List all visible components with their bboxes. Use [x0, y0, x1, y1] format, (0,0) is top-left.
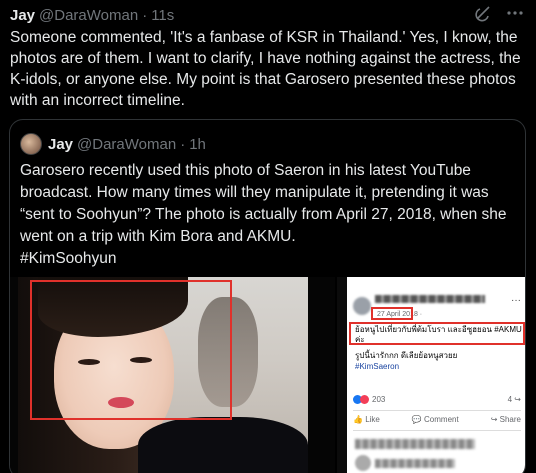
handle[interactable]: @DaraWoman: [39, 7, 138, 24]
timestamp[interactable]: 11s: [151, 7, 174, 24]
fb-reaction-count: 203: [372, 395, 386, 404]
fb-comment-avatar-blurred: [355, 455, 371, 471]
quote-separator: ·: [180, 135, 186, 153]
avatar[interactable]: [20, 133, 42, 155]
fb-reactions: 203: [353, 395, 385, 404]
grok-icon[interactable]: [474, 4, 492, 26]
highlight-box-caption: [349, 322, 525, 345]
quote-body: Garosero recently used this photo of Sae…: [20, 162, 507, 245]
media-photo-left[interactable]: [10, 277, 335, 473]
tweet-text: Someone commented, 'It's a fanbase of KS…: [10, 29, 521, 109]
quoted-tweet[interactable]: Jay @DaraWoman · 1h Garosero recently us…: [9, 119, 526, 473]
media-photo-right[interactable]: ··· 27 April 2018 · ย้อหนูไปเที่ยวกับพี่…: [337, 277, 525, 473]
fb-avatar-blurred: [353, 297, 371, 315]
fb-comment-label: Comment: [424, 415, 459, 424]
quote-text: Garosero recently used this photo of Sae…: [20, 160, 515, 270]
quote-hashtag[interactable]: #KimSoohyun: [20, 250, 117, 267]
fb-actions: 👍 Like 💬 Comment ↪ Share: [353, 415, 521, 424]
display-name[interactable]: Jay: [10, 7, 35, 24]
fb-share-count: 4 ↪: [507, 395, 521, 404]
highlight-box-date: [371, 307, 413, 320]
fb-share-count-num: 4: [507, 395, 513, 404]
highlight-box-face: [30, 280, 232, 420]
quote-timestamp: 1h: [189, 135, 206, 153]
separator: ·: [142, 6, 148, 24]
more-icon[interactable]: [506, 4, 524, 26]
tweet[interactable]: Jay @DaraWoman · 11s Someone commented, …: [0, 0, 536, 473]
header-actions: [474, 4, 524, 26]
fb-like-label: Like: [365, 415, 380, 424]
fb-share-label: Share: [499, 415, 521, 424]
fb-hashtag: #KimSaeron: [355, 362, 400, 371]
fb-comment: 💬 Comment: [411, 415, 459, 424]
fb-divider-2: [353, 430, 521, 431]
fb-comment-blurred: [355, 439, 475, 449]
quote-display-name: Jay: [48, 135, 74, 153]
facebook-post-screenshot: ··· 27 April 2018 · ย้อหนูไปเที่ยวกับพี่…: [347, 277, 525, 473]
fb-more-icon: ···: [511, 295, 521, 306]
love-reaction-icon: [360, 395, 369, 404]
fb-share: ↪ Share: [490, 415, 521, 424]
fb-line2: รูปนี้น่ารักกก ดีเลียย้อหนูสวยย: [355, 351, 458, 360]
tweet-header: Jay @DaraWoman · 11s: [10, 4, 528, 26]
fb-comment-text-blurred: [375, 459, 455, 468]
fb-like: 👍 Like: [353, 415, 380, 424]
fb-divider: [353, 410, 521, 411]
quote-header: Jay @DaraWoman · 1h: [20, 132, 206, 156]
fb-name-blurred: [375, 295, 485, 303]
quote-handle: @DaraWoman: [77, 135, 177, 153]
fb-caption: รูปนี้น่ารักกก ดีเลียย้อหนูสวยย #KimSaer…: [355, 350, 457, 372]
shirt: [138, 417, 308, 473]
